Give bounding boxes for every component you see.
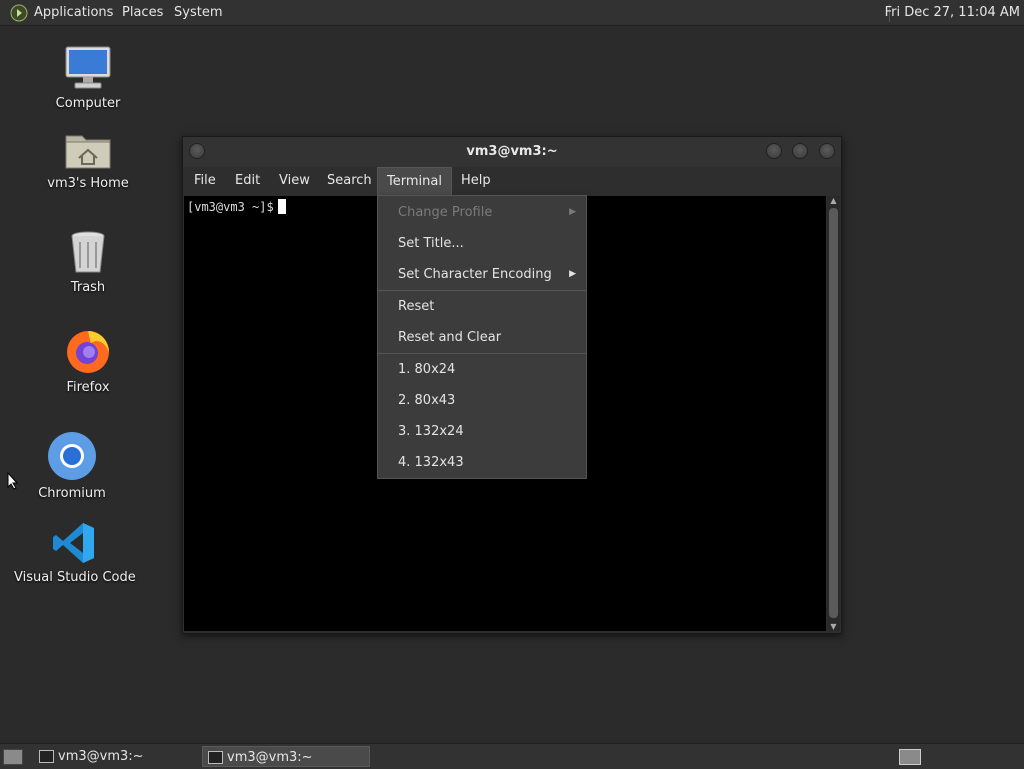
text-cursor	[277, 199, 286, 214]
menu-item-label: Set Character Encoding	[398, 267, 552, 282]
desktop-icon-vscode[interactable]: Visual Studio Code	[14, 520, 136, 585]
top-panel: Applications Places System Fri Dec 27, 1…	[0, 0, 1024, 26]
menu-item-reset-and-clear[interactable]: Reset and Clear	[378, 322, 586, 353]
maximize-button[interactable]	[792, 143, 808, 159]
submenu-arrow-icon: ▶	[569, 207, 576, 217]
close-button[interactable]	[819, 143, 835, 159]
menu-item-label: 3. 132x24	[398, 424, 464, 439]
menu-terminal[interactable]: Terminal	[377, 167, 452, 196]
scroll-up-icon[interactable]: ▲	[827, 196, 840, 205]
prompt-text: [vm3@vm3 ~]$	[187, 200, 274, 214]
system-menu[interactable]: System	[174, 0, 222, 25]
taskbar-item[interactable]: vm3@vm3:~	[34, 746, 200, 767]
desktop-icon-computer[interactable]: Computer	[44, 44, 132, 111]
desktop-icon-label: vm3's Home	[47, 176, 129, 191]
gnome-foot-icon[interactable]	[10, 4, 28, 22]
desktop-icon-label: Visual Studio Code	[14, 570, 136, 585]
places-menu[interactable]: Places	[122, 0, 163, 25]
desktop-icon-home[interactable]: vm3's Home	[40, 128, 136, 191]
terminal-scrollbar[interactable]: ▲ ▼	[827, 196, 840, 631]
terminal-icon	[39, 750, 54, 763]
menu-item-reset[interactable]: Reset	[378, 291, 586, 322]
menu-item-label: 1. 80x24	[398, 362, 456, 377]
menu-item-size-80x24[interactable]: 1. 80x24	[378, 354, 586, 385]
menu-item-label: Reset	[398, 299, 435, 314]
applications-menu[interactable]: Applications	[34, 0, 113, 25]
menu-item-change-profile: Change Profile ▶	[378, 197, 586, 228]
menu-item-label: Reset and Clear	[398, 330, 502, 345]
terminal-icon	[208, 751, 223, 764]
menu-edit[interactable]: Edit	[226, 167, 269, 195]
scroll-down-icon[interactable]: ▼	[827, 622, 840, 631]
menu-item-label: 4. 132x43	[398, 455, 464, 470]
desktop-icon-label: Trash	[70, 280, 106, 295]
desktop-icon-chromium[interactable]: Chromium	[28, 430, 116, 501]
menu-item-size-132x43[interactable]: 4. 132x43	[378, 447, 586, 478]
minimize-button[interactable]	[766, 143, 782, 159]
menu-view[interactable]: View	[270, 167, 319, 195]
terminal-dropdown-menu: Change Profile ▶ Set Title... Set Charac…	[377, 195, 587, 479]
menu-item-set-title[interactable]: Set Title...	[378, 228, 586, 259]
bottom-taskbar: vm3@vm3:~ vm3@vm3:~	[0, 743, 1024, 769]
window-titlebar[interactable]: vm3@vm3:~	[183, 137, 841, 167]
scrollbar-thumb[interactable]	[829, 208, 838, 618]
mouse-pointer-icon	[7, 472, 19, 490]
submenu-arrow-icon: ▶	[569, 269, 576, 279]
prompt-line: [vm3@vm3 ~]$	[187, 199, 286, 214]
workspace-switcher[interactable]	[899, 749, 921, 765]
trash-icon	[71, 231, 105, 273]
menu-item-size-132x24[interactable]: 3. 132x24	[378, 416, 586, 447]
desktop-icon-label: Firefox	[66, 380, 110, 395]
home-folder-icon	[65, 135, 111, 169]
menu-item-label: Set Title...	[398, 236, 464, 251]
desktop-icon-label: Chromium	[38, 486, 106, 501]
desktop-icon-trash[interactable]: Trash	[44, 228, 132, 295]
taskbar-item-label: vm3@vm3:~	[58, 749, 144, 764]
show-desktop-icon[interactable]	[3, 749, 23, 765]
monitor-icon	[65, 46, 111, 89]
chromium-icon	[48, 432, 96, 480]
menu-item-set-character-encoding[interactable]: Set Character Encoding ▶	[378, 259, 586, 290]
menu-search[interactable]: Search	[318, 167, 381, 195]
desktop-icon-firefox[interactable]: Firefox	[44, 326, 132, 395]
menu-item-label: Change Profile	[398, 205, 493, 220]
menu-help[interactable]: Help	[452, 167, 500, 195]
desktop-icon-label: Computer	[55, 96, 121, 111]
taskbar-item-label: vm3@vm3:~	[227, 750, 313, 765]
clock[interactable]: Fri Dec 27, 11:04 AM	[885, 0, 1020, 25]
menu-file[interactable]: File	[185, 167, 225, 195]
menu-item-label: 2. 80x43	[398, 393, 456, 408]
window-title: vm3@vm3:~	[466, 144, 558, 159]
firefox-icon	[67, 331, 109, 373]
menu-item-size-80x43[interactable]: 2. 80x43	[378, 385, 586, 416]
terminal-menubar: File Edit View Search Terminal Help	[183, 167, 841, 196]
vscode-icon	[53, 523, 94, 563]
taskbar-item-active[interactable]: vm3@vm3:~	[202, 746, 370, 767]
